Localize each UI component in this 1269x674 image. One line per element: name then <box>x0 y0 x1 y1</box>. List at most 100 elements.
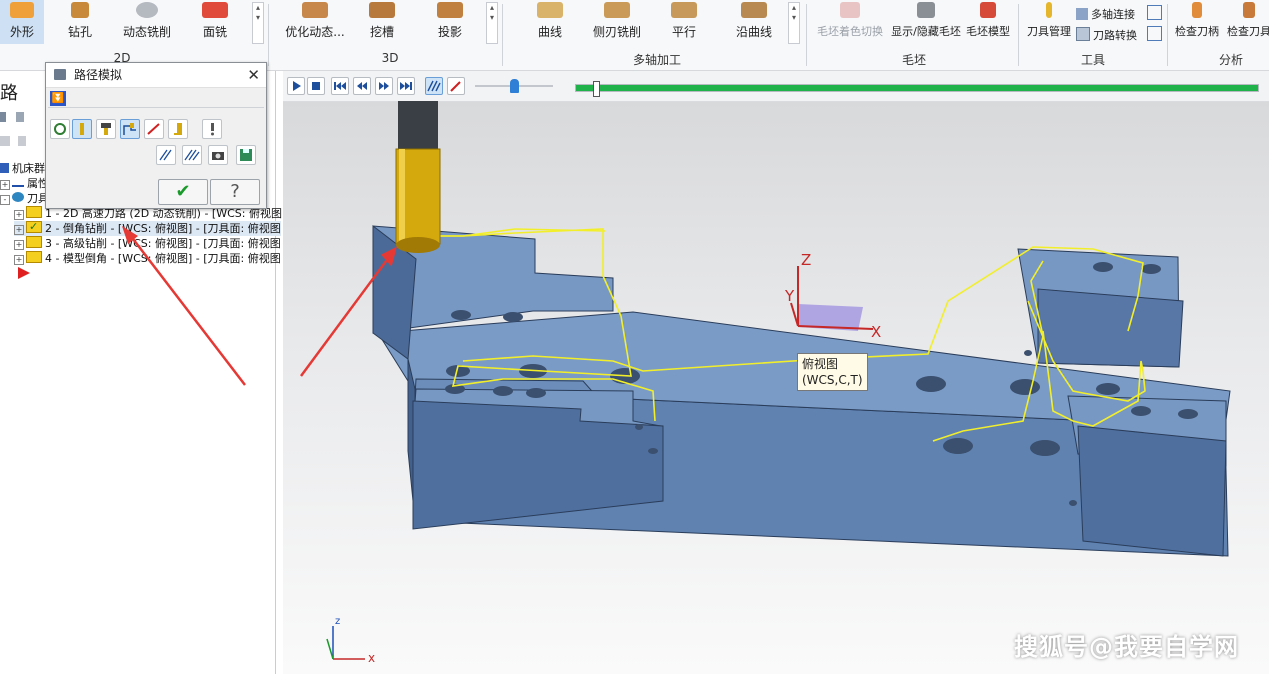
pocket-label: 挖槽 <box>369 25 394 39</box>
dynamic-mill-icon <box>136 2 158 18</box>
tool-manager-icon <box>1046 2 1052 18</box>
show-tool-button[interactable] <box>72 119 92 139</box>
ribbon-separator <box>268 4 269 66</box>
dialog-title: 路径模拟 <box>74 68 123 82</box>
face-mill-button[interactable]: 面铣 <box>193 0 237 44</box>
tree-machine-group-label: 机床群 <box>12 162 45 175</box>
2d-gallery-dropdown[interactable]: ▴ ▾ <box>252 2 264 44</box>
ribbon-separator <box>806 4 807 66</box>
outline-icon <box>10 2 34 18</box>
tool-manager-label: 刀具管理 <box>1027 25 1071 38</box>
camera-button[interactable] <box>208 145 228 165</box>
select-icon[interactable] <box>0 112 6 122</box>
path-display-button[interactable] <box>156 145 176 165</box>
panel-toolbar <box>0 111 40 125</box>
part-scene: Z Y X z x <box>299 101 1231 665</box>
close-icon[interactable]: ✕ <box>247 63 260 87</box>
stock-shade-label: 毛坯着色切换 <box>817 25 883 38</box>
group-multiaxis-label: 多轴加工 <box>632 53 681 67</box>
wcs-y-label: Y <box>784 287 795 305</box>
show-holder-button[interactable] <box>96 119 116 139</box>
dynamic-mill-label: 动态铣削 <box>122 25 171 39</box>
view-tooltip: 俯视图 (WCS,C,T) <box>797 353 868 391</box>
side-blade-icon <box>604 2 630 18</box>
expand-icon[interactable] <box>0 136 10 146</box>
path-display-2-button[interactable] <box>182 145 202 165</box>
dialog-collapse-bar: ⏬ <box>48 91 264 108</box>
pocket-icon <box>369 2 395 18</box>
color-cycle-button[interactable] <box>50 119 70 139</box>
tree-machine-group[interactable]: 机床群 <box>0 161 45 176</box>
view-tooltip-title: 俯视图 <box>802 357 839 371</box>
show-hide-stock-label: 显示/隐藏毛坯 <box>891 25 961 38</box>
tool-extra-icon[interactable] <box>1147 5 1162 20</box>
expand-toggle[interactable]: + <box>0 180 10 190</box>
ok-button[interactable]: ✔ <box>158 179 208 205</box>
show-rapid-button[interactable] <box>120 119 140 139</box>
side-blade-button[interactable]: 侧刃铣削 <box>590 0 644 44</box>
outline-button[interactable]: 外形 <box>0 0 44 44</box>
ribbon: 外形 钻孔 动态铣削 面铣 ▴ ▾ 2D 优化动态... 挖槽 投影 ▴ ▾ 3D … <box>0 0 1269 71</box>
verify-button[interactable] <box>202 119 222 139</box>
group-analysis-label: 分析 <box>1218 53 1243 67</box>
optimize-dynamic-button[interactable]: 优化动态... <box>280 0 350 44</box>
ribbon-separator <box>1167 4 1168 66</box>
curve-icon <box>537 2 563 18</box>
drill-button[interactable]: 钻孔 <box>58 0 102 44</box>
filter-icon[interactable] <box>15 112 24 122</box>
machine-icon <box>0 163 9 173</box>
group-tools-label: 工具 <box>1080 53 1105 67</box>
workpiece-model <box>372 224 1231 557</box>
graphics-viewport[interactable]: Z Y X z x 俯视图 (WCS,C,T) 搜狐号@我要自学网 <box>283 71 1269 674</box>
show-hide-stock-button[interactable]: 显示/隐藏毛坯 <box>888 0 964 44</box>
parallel-label: 平行 <box>671 25 696 39</box>
tool-manager-button[interactable]: 刀具管理 <box>1024 0 1074 44</box>
multiaxis-link-button[interactable]: 多轴连接 <box>1076 6 1135 22</box>
tool-extra-2-icon[interactable] <box>1147 26 1162 41</box>
properties-icon <box>12 176 24 187</box>
stock-shade-toggle-button[interactable]: 毛坯着色切换 <box>815 0 885 44</box>
face-mill-icon <box>202 2 228 18</box>
dynamic-mill-button[interactable]: 动态铣削 <box>118 0 176 44</box>
check-holder-label: 检查刀柄 <box>1175 25 1219 38</box>
project-button[interactable]: 投影 <box>428 0 472 44</box>
pocket-button[interactable]: 挖槽 <box>360 0 404 44</box>
panel-title: 路 <box>0 83 18 104</box>
stock-model-label: 毛坯模型 <box>966 25 1010 38</box>
lock-icon[interactable] <box>17 136 26 146</box>
face-mill-label: 面铣 <box>202 25 227 39</box>
collapse-icon[interactable]: ⏬ <box>50 91 66 106</box>
ribbon-separator <box>1018 4 1019 66</box>
ribbon-separator <box>502 4 503 66</box>
along-curve-icon <box>741 2 767 18</box>
group-stock-label: 毛坯 <box>901 53 926 67</box>
parallel-button[interactable]: 平行 <box>662 0 706 44</box>
panel-annotation-arrow <box>122 226 246 386</box>
parallel-icon <box>671 2 697 18</box>
wcs-x-label: X <box>871 323 881 341</box>
side-blade-label: 侧刃铣削 <box>592 25 641 39</box>
drill-label: 钻孔 <box>67 25 92 39</box>
show-tool-shank-button[interactable] <box>168 119 188 139</box>
show-entry-button[interactable] <box>144 119 164 139</box>
dialog-titlebar[interactable]: 路径模拟 ✕ <box>46 63 266 88</box>
wcs-z-label: Z <box>801 251 811 269</box>
stock-model-button[interactable]: 毛坯模型 <box>964 0 1012 44</box>
curve-button[interactable]: 曲线 <box>528 0 572 44</box>
check-tool-button[interactable]: 检查刀具 <box>1224 0 1269 44</box>
check-holder-button[interactable]: 检查刀柄 <box>1172 0 1222 44</box>
dialog-app-icon <box>54 69 66 80</box>
watermark: 搜狐号@我要自学网 <box>1014 633 1239 661</box>
help-button[interactable]: ? <box>210 179 260 205</box>
multiaxis-gallery-dropdown[interactable]: ▴ ▾ <box>788 2 800 44</box>
cutting-tool <box>395 101 441 253</box>
path-transform-icon <box>1076 27 1090 41</box>
save-button[interactable] <box>236 145 256 165</box>
tree-properties[interactable]: + 属性 <box>0 176 49 191</box>
view-triad: z x <box>326 616 375 665</box>
outline-label: 外形 <box>9 25 34 39</box>
check-tool-icon <box>1243 2 1255 18</box>
3d-gallery-dropdown[interactable]: ▴ ▾ <box>486 2 498 44</box>
along-curve-button[interactable]: 沿曲线 <box>730 0 778 44</box>
path-transform-button[interactable]: 刀路转换 <box>1076 27 1137 43</box>
